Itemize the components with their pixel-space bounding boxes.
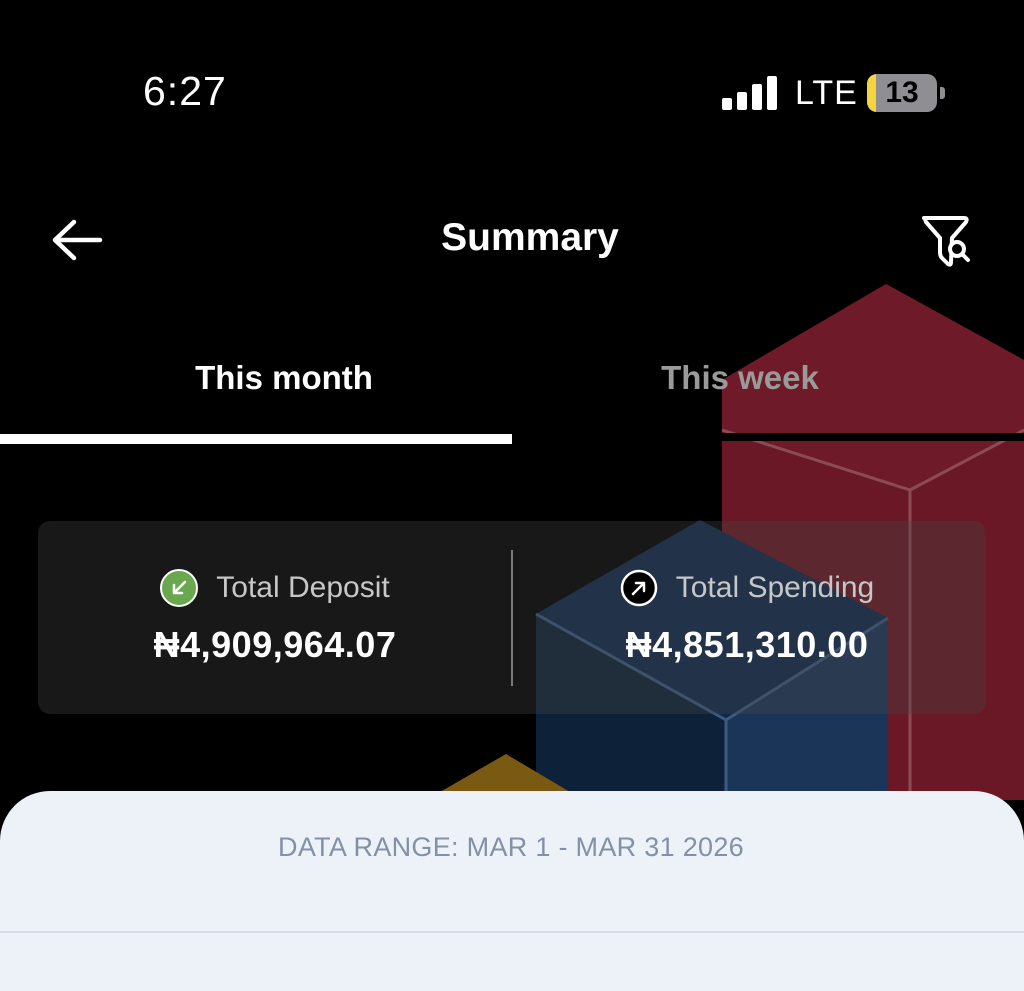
tab-this-month[interactable]: This month [28, 359, 540, 397]
filter-search-button[interactable] [918, 212, 974, 272]
active-tab-indicator [0, 434, 512, 444]
total-spending-section: Total Spending ₦4,851,310.00 [512, 566, 982, 666]
filter-search-icon [922, 216, 970, 267]
total-deposit-label: Total Deposit [216, 571, 390, 604]
bottom-sheet[interactable] [0, 791, 1024, 991]
signal-bars-icon [722, 76, 778, 110]
network-type: LTE [795, 74, 858, 112]
total-spending-value: ₦4,851,310.00 [625, 624, 869, 665]
tab-this-week[interactable]: This week [484, 359, 996, 397]
status-time: 6:27 [143, 68, 227, 114]
arrow-up-right-icon [620, 569, 657, 607]
battery-icon: 13 [867, 74, 937, 112]
battery-level: 13 [885, 76, 919, 109]
sheet-divider [0, 931, 1024, 933]
arrow-down-left-icon [160, 569, 199, 607]
battery-cap [940, 87, 945, 99]
page-title: Summary [441, 216, 619, 259]
date-range-label: DATA RANGE: MAR 1 - MAR 31 2026 [278, 832, 744, 862]
total-deposit-section: Total Deposit ₦4,909,964.07 [40, 566, 510, 666]
total-deposit-value: ₦4,909,964.07 [153, 624, 397, 665]
total-spending-label: Total Spending [675, 571, 875, 604]
